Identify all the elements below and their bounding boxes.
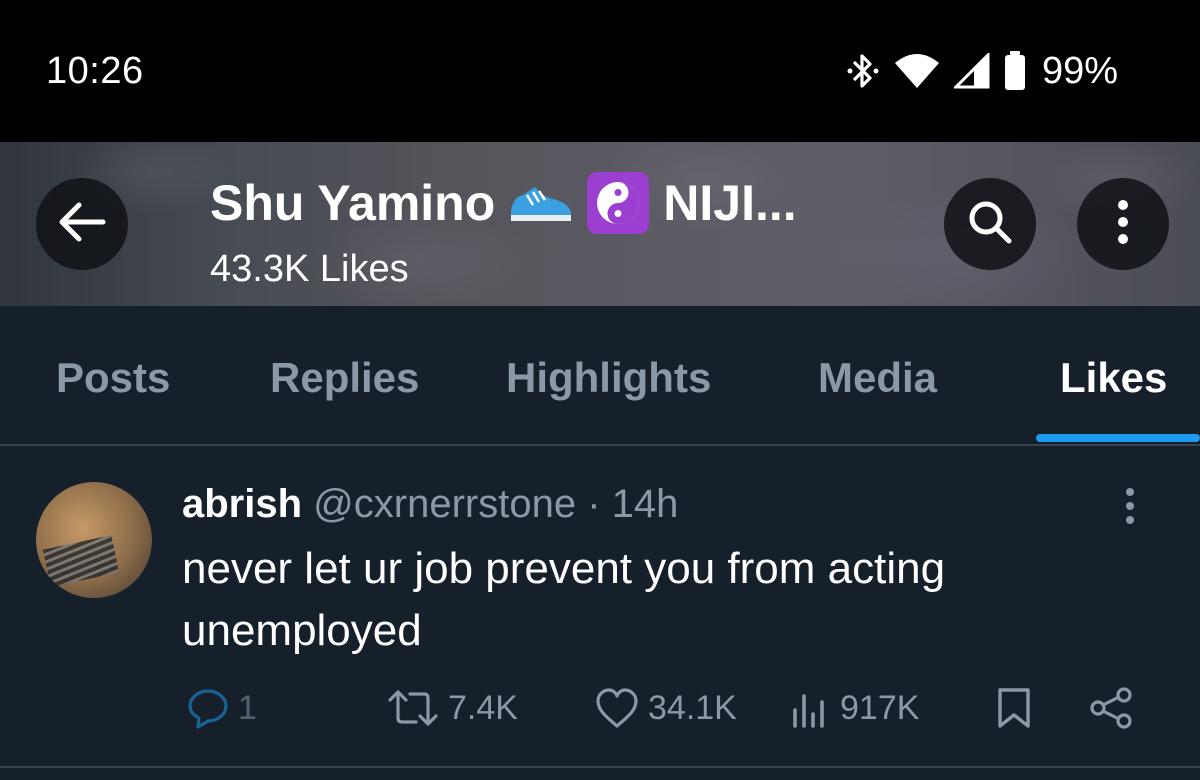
profile-likes-count: 43.3K Likes	[210, 248, 409, 290]
avatar[interactable]	[36, 482, 152, 598]
share-button[interactable]	[1088, 686, 1136, 730]
arrow-left-icon	[57, 200, 107, 249]
repost-button[interactable]: 7.4K	[386, 686, 518, 730]
profile-tabs: Posts Replies Highlights Media Likes	[0, 306, 1200, 446]
status-icons: 99%	[846, 48, 1118, 94]
reply-count: 1	[238, 688, 257, 727]
reply-icon	[186, 686, 230, 730]
views-button[interactable]: 917K	[790, 686, 919, 730]
tweet-more-button[interactable]	[1124, 486, 1136, 531]
more-vertical-icon	[1124, 488, 1136, 530]
profile-header: Shu Yamino NIJI... 43.3K Likes	[0, 142, 1200, 306]
bookmark-icon	[996, 686, 1032, 730]
like-button[interactable]: 34.1K	[594, 686, 737, 730]
tweet-handle[interactable]: @cxrnerrstone	[313, 482, 576, 526]
more-vertical-icon	[1117, 197, 1129, 252]
status-time: 10:26	[46, 50, 144, 92]
search-icon	[965, 197, 1015, 252]
views-chart-icon	[790, 686, 832, 730]
share-icon	[1088, 686, 1136, 730]
bluetooth-icon	[846, 51, 880, 91]
heart-icon	[594, 686, 640, 730]
repost-count: 7.4K	[448, 688, 518, 727]
search-button[interactable]	[944, 178, 1036, 270]
reply-button[interactable]: 1	[186, 686, 257, 730]
tweet-header: abrish @cxrnerrstone · 14h	[182, 482, 678, 527]
tweet-text-line: never let ur job prevent you from acting	[182, 544, 946, 593]
repost-icon	[386, 686, 440, 730]
tab-media[interactable]: Media	[818, 354, 937, 402]
bookmark-button[interactable]	[996, 686, 1032, 730]
back-button[interactable]	[36, 178, 128, 270]
like-count: 34.1K	[648, 688, 737, 727]
profile-name-suffix: NIJI...	[663, 175, 797, 231]
profile-name: Shu Yamino NIJI...	[210, 172, 797, 234]
tweet-text: never let ur job prevent you from acting…	[182, 538, 1082, 662]
tweet-display-name[interactable]: abrish	[182, 482, 302, 526]
tab-replies[interactable]: Replies	[270, 354, 419, 402]
views-count: 917K	[840, 688, 920, 727]
profile-name-text: Shu Yamino	[210, 175, 496, 231]
yin-yang-emoji	[587, 172, 650, 234]
running-shoe-emoji	[509, 181, 573, 225]
more-options-button[interactable]	[1077, 178, 1169, 270]
cell-signal-icon	[953, 53, 990, 89]
tweet-separator: ·	[587, 482, 601, 526]
battery-icon	[1004, 51, 1026, 91]
tweet-text-line: unemployed	[182, 606, 422, 655]
tweet-time: 14h	[611, 482, 679, 526]
tab-likes[interactable]: Likes	[1060, 354, 1167, 402]
tab-highlights[interactable]: Highlights	[506, 354, 711, 402]
battery-percent: 99%	[1041, 49, 1118, 92]
tweet-actions: 1 7.4K 34.1K 917K	[0, 686, 1200, 742]
wifi-icon	[894, 53, 940, 89]
tab-posts[interactable]: Posts	[56, 354, 170, 402]
active-tab-indicator	[1036, 434, 1200, 442]
tweet[interactable]: abrish @cxrnerrstone · 14h never let ur …	[0, 446, 1200, 768]
status-bar: 10:26 99%	[0, 0, 1200, 142]
